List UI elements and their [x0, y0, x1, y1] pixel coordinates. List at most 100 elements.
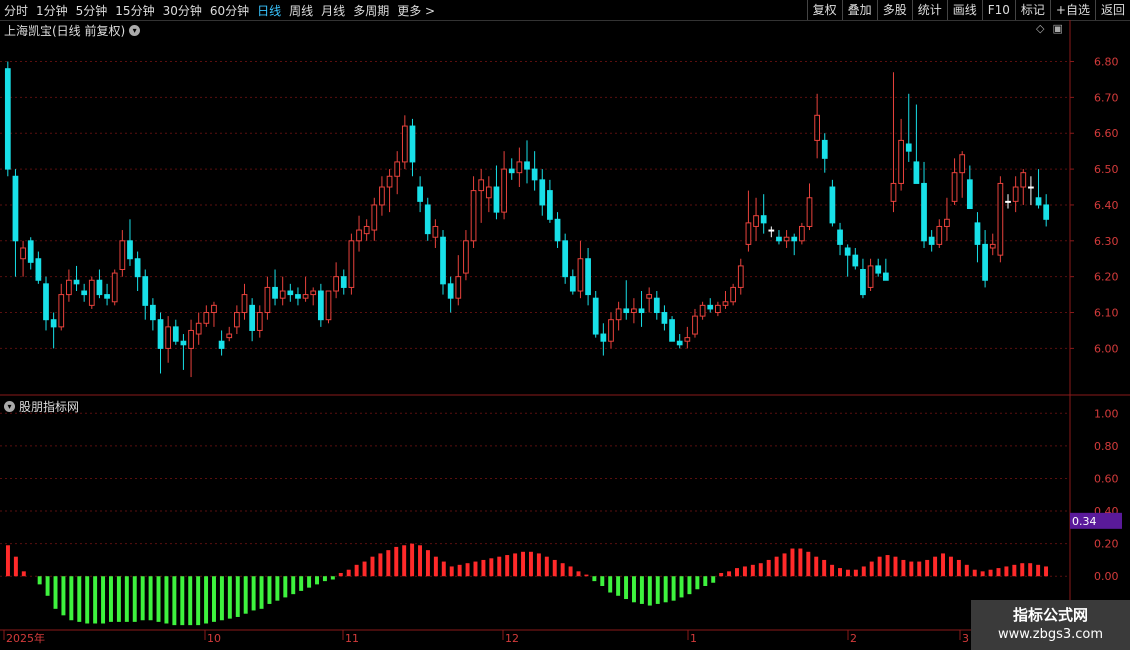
x-tick-label: 3 — [962, 632, 969, 645]
candle-body-down — [1035, 197, 1042, 206]
candle-body-up — [478, 179, 485, 192]
price-tick-label: 6.60 — [1094, 127, 1119, 140]
candle-body-down — [127, 240, 133, 260]
candle-body-up — [798, 225, 805, 242]
period-tab[interactable]: 1分钟 — [32, 2, 72, 19]
candle-body-up — [188, 329, 194, 349]
candle-body-down — [554, 218, 561, 242]
candle-body-down — [531, 168, 538, 181]
x-tick-label: 2025年 — [6, 631, 45, 645]
candle-body-up — [279, 290, 286, 299]
candle-body-up — [890, 182, 897, 202]
candle-body-up — [195, 322, 202, 335]
period-tab[interactable]: 多周期 — [349, 2, 393, 19]
candle-body-up — [989, 243, 996, 249]
candle-body-up — [203, 312, 210, 324]
toolbar-right-buttons: 复权 叠加 多股 统计 画线 F10 标记 +自选 返回 — [806, 0, 1130, 20]
candle-body-down — [218, 340, 225, 349]
toolbar-button[interactable]: 标记 — [1014, 0, 1050, 20]
candle-body-down — [180, 340, 187, 346]
candle-body-up — [608, 319, 614, 342]
candle-body-up — [386, 175, 393, 188]
period-tab[interactable]: 周线 — [285, 2, 317, 19]
candle-body-down — [707, 304, 714, 310]
candle-body-down — [760, 215, 767, 224]
candle-body-down — [424, 204, 431, 235]
candle-body-down — [1028, 186, 1034, 189]
toolbar-button[interactable]: +自选 — [1049, 0, 1095, 20]
chart-area[interactable]: 6.80 6.70 6.60 6.50 6.40 6.30 6.20 6.10 6.00 1.00… — [0, 20, 1130, 650]
candle-body-up — [936, 225, 943, 245]
candle-body-down — [837, 229, 843, 245]
candle-body-up — [1012, 186, 1019, 202]
candle-body-up — [814, 114, 820, 141]
candle-body-down — [966, 179, 973, 210]
toolbar-button[interactable]: F10 — [981, 0, 1015, 20]
price-tick-label: 6.30 — [1094, 235, 1119, 248]
candle-body-down — [409, 125, 416, 163]
candle-body-up — [646, 294, 653, 299]
period-tab[interactable]: 5分钟 — [72, 2, 112, 19]
candle-body-up — [333, 276, 339, 292]
candle-body-up — [379, 186, 385, 206]
candle-body-down — [150, 304, 156, 321]
candle-body-up — [394, 161, 401, 177]
candle-body-down — [249, 304, 256, 331]
candle-body-down — [791, 236, 798, 242]
candle-body-down — [43, 283, 49, 321]
candle-body-down — [844, 247, 851, 256]
candle-body-up — [951, 172, 958, 202]
watermark-url: www.zbgs3.com — [997, 627, 1104, 642]
candle-body-down — [4, 68, 11, 170]
candle-body-down — [592, 297, 599, 335]
toolbar-button[interactable]: 统计 — [911, 0, 947, 20]
candle-body-down — [493, 186, 500, 213]
candle-body-down — [172, 326, 179, 342]
candle-body-down — [96, 279, 103, 296]
candle-body-down — [272, 286, 278, 299]
period-tab[interactable]: 15分钟 — [111, 2, 158, 19]
period-tab[interactable]: 分时 — [0, 2, 32, 19]
toolbar-button[interactable]: 复权 — [806, 0, 842, 20]
indicator-tick-label: 0.20 — [1094, 538, 1119, 551]
period-tab[interactable]: 30分钟 — [159, 2, 206, 19]
candle-body-down — [50, 319, 57, 328]
candle-body-down — [539, 179, 546, 206]
toolbar-button[interactable]: 叠加 — [841, 0, 877, 20]
candle-body-down — [661, 312, 668, 324]
period-toolbar: 分时 1分钟 5分钟 15分钟 30分钟 60分钟 日线 周线 月线 多周期 更多 > 复权 叠加 多股… — [0, 0, 1130, 21]
candle-body-down — [913, 161, 920, 184]
period-tab[interactable]: 月线 — [317, 2, 349, 19]
candle-body-up — [310, 290, 317, 296]
candle-body-up — [363, 225, 370, 235]
candle-body-down — [287, 290, 294, 296]
candle-body-up — [806, 197, 813, 227]
candle-body-up — [745, 222, 752, 245]
candle-body-up — [234, 312, 240, 328]
candle-body-down — [928, 236, 935, 245]
period-tab[interactable]: 日线 — [253, 2, 285, 19]
candle-body-down — [81, 290, 88, 296]
period-tabs: 分时 1分钟 5分钟 15分钟 30分钟 60分钟 日线 周线 月线 多周期 更多 > — [0, 0, 439, 20]
candle-body-up — [264, 286, 271, 314]
candle-body-down — [638, 308, 645, 314]
current-value-label: 0.34 — [1072, 515, 1097, 528]
candle-body-up — [692, 315, 698, 335]
candle-body-up — [944, 218, 950, 227]
candle-body-up — [20, 247, 26, 260]
x-tick-label: 10 — [207, 632, 221, 645]
toolbar-button[interactable]: 多股 — [876, 0, 912, 20]
period-tab[interactable]: 更多 > — [393, 2, 439, 19]
candle-body-down — [821, 139, 828, 159]
period-tab[interactable]: 60分钟 — [206, 2, 253, 19]
x-tick-label: 11 — [345, 632, 359, 645]
toolbar-button[interactable]: 画线 — [946, 0, 982, 20]
candle-body-down — [142, 276, 149, 306]
toolbar-button[interactable]: 返回 — [1094, 0, 1130, 20]
candle-body-up — [455, 276, 462, 299]
x-tick-label: 2 — [850, 632, 857, 645]
candle-body-down — [1005, 200, 1011, 203]
candle-body-down — [852, 254, 859, 267]
price-tick-label: 6.10 — [1094, 307, 1119, 320]
candle-body-down — [569, 276, 576, 292]
